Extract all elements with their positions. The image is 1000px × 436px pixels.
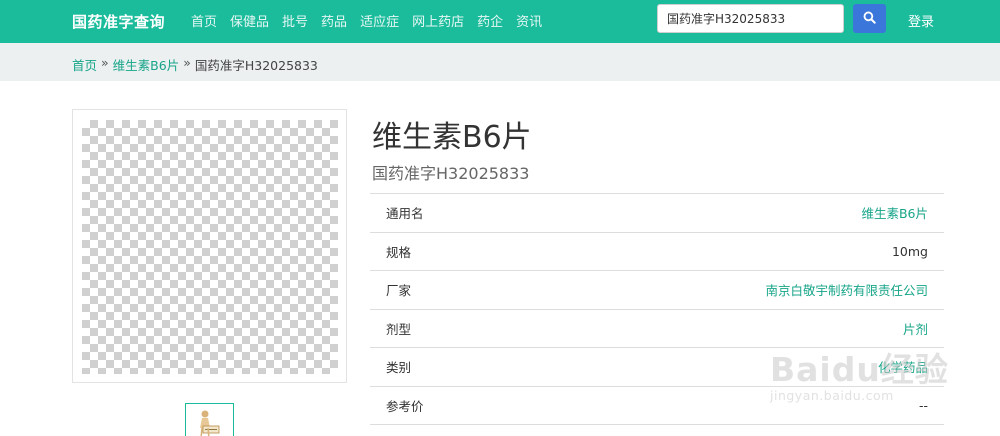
login-link[interactable]: 登录 [908,11,934,30]
row-label-specification: 规格 [386,244,412,260]
breadcrumb-home-link[interactable]: 首页 [72,55,97,74]
breadcrumb-current: 国药准字H32025833 [194,58,318,73]
search-button[interactable] [853,4,886,33]
nav-link-online-pharmacy[interactable]: 网上药店 [412,11,464,30]
nav-link-home[interactable]: 首页 [191,11,217,30]
site-brand[interactable]: 国药准字查询 [72,11,165,32]
breadcrumb-separator: » [183,55,191,70]
product-thumbnail[interactable] [185,403,234,436]
row-label-category: 类别 [386,360,412,376]
product-info-table: 通用名 维生素B6片 规格 10mg 厂家 南京白敬宇制药有限责任公司 剂型 片… [370,193,944,425]
search-icon [863,11,876,27]
breadcrumb: 首页 » 维生素B6片 » 国药准字H32025833 [72,55,318,74]
table-row: 厂家 南京白敬宇制药有限责任公司 [370,270,944,310]
product-image-frame [72,109,347,383]
table-row: 剂型 片剂 [370,309,944,348]
row-label-reference-price: 参考价 [386,398,424,414]
table-row: 规格 10mg [370,232,944,271]
row-value-specification: 10mg [891,243,928,259]
nav-menu: 首页 保健品 批号 药品 适应症 网上药店 药企 资讯 [191,11,542,30]
nav-link-health-products[interactable]: 保健品 [230,11,269,30]
product-title: 维生素B6片 [372,120,532,155]
row-label-dosage-form: 剂型 [386,321,412,337]
row-value-dosage-form-link[interactable]: 片剂 [521,309,944,348]
nav-link-batch-number[interactable]: 批号 [282,11,308,30]
row-value-category-link[interactable]: 化学药品 [521,348,944,387]
top-navbar: 国药准字查询 首页 保健品 批号 药品 适应症 网上药店 药企 资讯 登录 [0,0,1000,43]
row-value-reference-price: -- [918,397,928,413]
row-label-generic-name: 通用名 [386,206,424,222]
nav-link-news[interactable]: 资讯 [516,11,542,30]
nav-link-pharma-companies[interactable]: 药企 [477,11,503,30]
breadcrumb-parent-link[interactable]: 维生素B6片 [113,55,180,74]
table-row: 通用名 维生素B6片 [370,193,944,233]
table-row: 参考价 -- [370,386,944,425]
product-approval-number: 国药准字H32025833 [372,164,530,183]
breadcrumb-bar: 首页 » 维生素B6片 » 国药准字H32025833 [0,43,1000,81]
search-input[interactable] [657,4,844,33]
nav-link-drugs[interactable]: 药品 [321,11,347,30]
row-value-manufacturer-link[interactable]: 南京白敬宇制药有限责任公司 [521,271,944,310]
row-value-generic-name-link[interactable]: 维生素B6片 [521,194,944,233]
product-thumbnail-icon [186,404,233,436]
table-row: 类别 化学药品 [370,347,944,387]
row-label-manufacturer: 厂家 [386,283,412,299]
breadcrumb-separator: » [101,55,109,70]
nav-link-indications[interactable]: 适应症 [360,11,399,30]
product-image-placeholder [82,120,338,374]
